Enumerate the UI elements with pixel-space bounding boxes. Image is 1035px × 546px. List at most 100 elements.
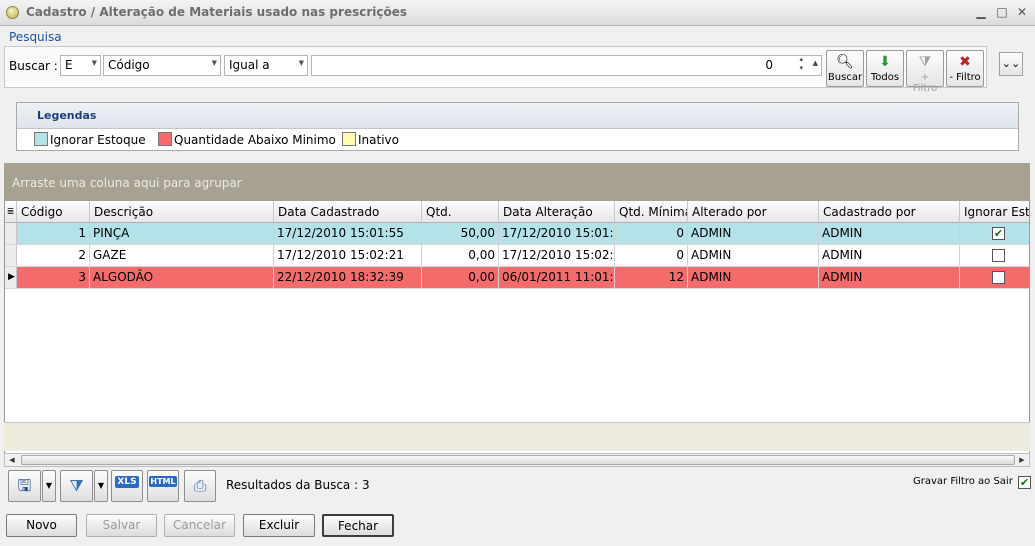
cell-qtd: 50,00 <box>422 223 499 244</box>
save-filter-label: Gravar Filtro ao Sair <box>913 476 1013 487</box>
excluir-button[interactable]: Excluir <box>243 514 315 537</box>
cell-data-alteracao: 17/12/2010 15:01:55 <box>499 223 615 244</box>
logic-select[interactable]: E ▼ <box>60 55 101 76</box>
ignorar-estoque-checkbox[interactable]: ✔ <box>992 227 1005 240</box>
maximize-button[interactable]: □ <box>993 4 1011 21</box>
data-grid: ≣ Código Descrição Data Cadastrado Qtd. … <box>4 201 1030 453</box>
row-indicator[interactable] <box>5 245 17 266</box>
row-indicator[interactable]: ▶ <box>5 267 17 288</box>
spin-updown-icon[interactable]: ▴ ▾ <box>799 55 803 73</box>
filter-remove-icon: ✖ <box>959 54 971 70</box>
add-filter-button[interactable]: ⧩ + Filtro <box>906 50 944 94</box>
novo-button[interactable]: Novo <box>6 514 77 537</box>
legend-swatch <box>342 132 356 146</box>
column-header-qtd-minima[interactable]: Qtd. Mínima <box>615 201 688 223</box>
ignorar-estoque-checkbox[interactable] <box>992 249 1005 262</box>
remove-filter-button[interactable]: ✖ - Filtro <box>946 50 984 87</box>
chevron-down-icon: ▼ <box>97 481 105 490</box>
cell-qtd: 0,00 <box>422 245 499 266</box>
minimize-button[interactable]: ▁ <box>972 4 990 21</box>
remove-filter-button-label: - Filtro <box>949 72 981 83</box>
salvar-button[interactable]: Salvar <box>86 514 157 537</box>
buscar-label: Buscar : <box>9 59 58 73</box>
value-spinner-value: 0 <box>765 58 773 72</box>
grid-footer <box>4 422 1030 451</box>
cell-data-alteracao: 06/01/2011 11:01:55 <box>499 267 615 288</box>
close-button[interactable]: ✕ <box>1013 4 1031 21</box>
column-header-descricao[interactable]: Descrição <box>90 201 274 223</box>
title-bar: Cadastro / Alteração de Materiais usado … <box>0 0 1035 26</box>
window-title: Cadastro / Alteração de Materiais usado … <box>26 5 408 19</box>
cell-cadastrado-por: ADMIN <box>819 245 960 266</box>
legend-swatch <box>158 132 172 146</box>
table-row[interactable]: 2 GAZE 17/12/2010 15:02:21 0,00 17/12/20… <box>5 245 1029 267</box>
current-row-arrow-icon: ▶ <box>8 272 15 282</box>
scroll-left-icon[interactable]: ◀ <box>5 454 19 466</box>
save-filter-checkbox[interactable]: ✔ <box>1018 476 1031 489</box>
save-layout-dropdown[interactable]: ▼ <box>42 470 56 502</box>
html-icon: HTML <box>149 476 177 487</box>
todos-button-label: Todos <box>870 72 900 83</box>
cell-cadastrado-por: ADMIN <box>819 267 960 288</box>
column-header-codigo[interactable]: Código <box>17 201 90 223</box>
cell-qtd-minima: 0 <box>615 223 688 244</box>
chevron-down-icon: ▼ <box>298 59 304 67</box>
column-header-alterado-por[interactable]: Alterado por <box>688 201 819 223</box>
print-button[interactable]: ⎙ <box>184 470 216 502</box>
cell-data-cadastrado: 17/12/2010 15:01:55 <box>274 223 422 244</box>
save-layout-button[interactable]: 🖫 <box>8 470 41 502</box>
app-icon <box>6 6 19 19</box>
legend-item: Quantidade Abaixo Minimo <box>158 132 336 147</box>
column-chooser-icon[interactable]: ≣ <box>5 201 17 223</box>
export-xls-button[interactable]: XLS <box>111 470 143 502</box>
cell-codigo: 1 <box>17 223 90 244</box>
fechar-button[interactable]: Fechar <box>322 514 394 537</box>
grid-header: ≣ Código Descrição Data Cadastrado Qtd. … <box>5 201 1029 223</box>
column-header-ignorar-estoque[interactable]: Ignorar Esto <box>960 201 1029 223</box>
todos-button[interactable]: ⬇ Todos <box>866 50 904 87</box>
legend-label: Quantidade Abaixo Minimo <box>174 133 336 147</box>
double-chevron-down-icon: ⌄⌄ <box>1001 57 1021 70</box>
legend-title: Legendas <box>17 103 1018 129</box>
field-select[interactable]: Código ▼ <box>103 55 221 76</box>
table-row[interactable]: ▶ 3 ALGODÃO 22/12/2010 18:32:39 0,00 06/… <box>5 267 1029 289</box>
table-row[interactable]: 1 PINÇA 17/12/2010 15:01:55 50,00 17/12/… <box>5 223 1029 245</box>
row-indicator[interactable] <box>5 223 17 244</box>
buscar-button[interactable]: 🔍︎ Buscar <box>826 50 864 87</box>
expand-button[interactable]: ⌄⌄ <box>999 52 1023 76</box>
xls-icon: XLS <box>115 476 139 488</box>
legend-label: Inativo <box>358 133 399 147</box>
ignorar-estoque-checkbox[interactable] <box>992 271 1005 284</box>
chevron-down-icon: ▼ <box>211 59 217 67</box>
operator-select[interactable]: Igual a ▼ <box>224 55 308 76</box>
spin-up-icon[interactable]: ▲ <box>813 59 818 67</box>
column-header-data-cadastrado[interactable]: Data Cadastrado <box>274 201 422 223</box>
cell-data-alteracao: 17/12/2010 15:02:21 <box>499 245 615 266</box>
arrow-down-icon: ⬇ <box>879 54 891 70</box>
filter-add-icon: ⧩ <box>918 54 932 70</box>
export-html-button[interactable]: HTML <box>147 470 179 502</box>
excluir-button-label: Excluir <box>258 518 300 532</box>
column-header-cadastrado-por[interactable]: Cadastrado por <box>819 201 960 223</box>
value-spinner[interactable]: 0 ▴ ▾ ▲ <box>311 55 822 76</box>
column-header-qtd[interactable]: Qtd. <box>422 201 499 223</box>
search-section-label: Pesquisa <box>9 30 62 44</box>
cell-descricao: PINÇA <box>90 223 274 244</box>
horizontal-scrollbar[interactable]: ◀ ▶ <box>4 453 1030 467</box>
buscar-button-label: Buscar <box>827 72 863 83</box>
filter-layout-button[interactable]: ⧩ <box>60 470 93 502</box>
group-by-panel[interactable]: Arraste uma coluna aqui para agrupar <box>4 163 1030 201</box>
field-select-value: Código <box>108 58 150 72</box>
cell-codigo: 3 <box>17 267 90 288</box>
logic-select-value: E <box>65 58 73 72</box>
scrollbar-thumb[interactable] <box>21 455 1015 465</box>
cell-qtd-minima: 12 <box>615 267 688 288</box>
scroll-right-icon[interactable]: ▶ <box>1015 454 1029 466</box>
filter-layout-dropdown[interactable]: ▼ <box>94 470 108 502</box>
cell-alterado-por: ADMIN <box>688 223 819 244</box>
cell-data-cadastrado: 17/12/2010 15:02:21 <box>274 245 422 266</box>
search-icon: 🔍︎ <box>836 54 854 70</box>
cell-descricao: GAZE <box>90 245 274 266</box>
column-header-data-alteracao[interactable]: Data Alteração <box>499 201 615 223</box>
cancelar-button[interactable]: Cancelar <box>164 514 235 537</box>
